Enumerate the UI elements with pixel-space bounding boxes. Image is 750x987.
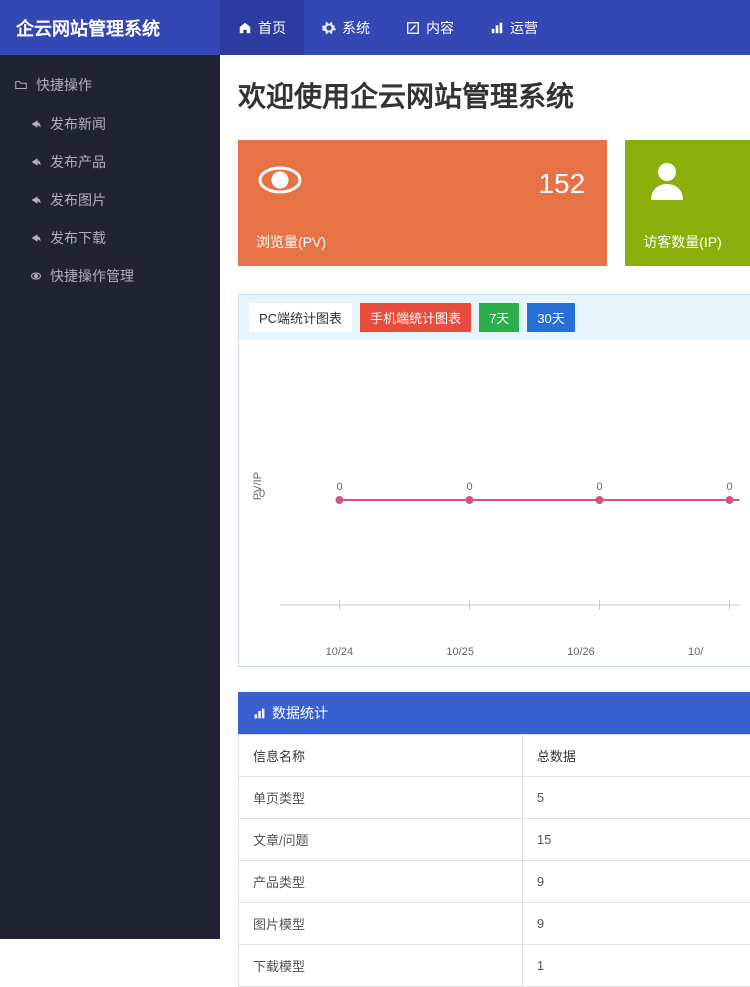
- stats-header: 数据统计: [238, 692, 750, 734]
- table-row: 产品类型9: [239, 861, 750, 903]
- svg-text:0: 0: [726, 481, 732, 493]
- sidebar-group-label: 快捷操作: [36, 75, 92, 95]
- chart-svg: 0 0 0 0: [279, 350, 740, 610]
- card-pv-value: 152: [538, 168, 585, 200]
- stats-panel: 数据统计 信息名称 总数据 单页类型5 文章/问题15 产品类型9 图片模型9 …: [238, 692, 750, 987]
- table-row: 下载模型1: [239, 945, 750, 987]
- table-row: 单页类型5: [239, 777, 750, 819]
- svg-text:0: 0: [336, 481, 342, 493]
- sidebar-item-news[interactable]: 发布新闻: [0, 105, 220, 143]
- chart-area: PV/IP 0 0 0 0 0: [239, 340, 750, 640]
- chart-tabs: PC端统计图表 手机端统计图表 7天 30天: [239, 295, 750, 340]
- tab-7d[interactable]: 7天: [479, 303, 519, 332]
- nav-content[interactable]: 内容: [388, 0, 472, 55]
- nav-system[interactable]: 系统: [304, 0, 388, 55]
- nav-operation-label: 运营: [510, 18, 538, 38]
- nav-operation[interactable]: 运营: [472, 0, 556, 55]
- cell-name: 下载模型: [239, 945, 523, 987]
- sidebar-item-label: 快捷操作管理: [50, 266, 134, 286]
- table-row: 图片模型9: [239, 903, 750, 945]
- card-ip[interactable]: 访客数量(IP): [625, 140, 750, 266]
- share-icon: [30, 118, 42, 130]
- user-icon: [643, 156, 691, 204]
- cell-name: 单页类型: [239, 777, 523, 819]
- cell-name: 产品类型: [239, 861, 523, 903]
- col-name: 信息名称: [239, 735, 523, 777]
- nav-home[interactable]: 首页: [220, 0, 304, 55]
- eye-icon: [30, 270, 42, 282]
- cell-value: 9: [522, 903, 750, 945]
- table-row: 文章/问题15: [239, 819, 750, 861]
- sidebar-group-quick[interactable]: 快捷操作: [0, 65, 220, 105]
- tab-30d[interactable]: 30天: [527, 303, 574, 332]
- sidebar-item-product[interactable]: 发布产品: [0, 143, 220, 181]
- page-title: 欢迎使用企云网站管理系统: [238, 75, 750, 115]
- tab-mobile[interactable]: 手机端统计图表: [360, 303, 471, 332]
- share-icon: [30, 232, 42, 244]
- sidebar-item-image[interactable]: 发布图片: [0, 181, 220, 219]
- sidebar-item-label: 发布新闻: [50, 114, 106, 134]
- main-content: 欢迎使用企云网站管理系统 152 浏览量(PV) 访客数量(IP) PC端统计图…: [220, 55, 750, 987]
- card-ip-label: 访客数量(IP): [643, 232, 732, 252]
- tab-pc[interactable]: PC端统计图表: [249, 303, 352, 332]
- nav-home-label: 首页: [258, 18, 286, 38]
- cell-name: 图片模型: [239, 903, 523, 945]
- share-icon: [30, 156, 42, 168]
- cell-value: 15: [522, 819, 750, 861]
- xlabel: 10/25: [446, 646, 474, 658]
- cell-name: 文章/问题: [239, 819, 523, 861]
- sidebar-item-label: 发布图片: [50, 190, 106, 210]
- xlabel: 10/: [688, 646, 703, 658]
- topbar: 企云网站管理系统 首页 系统 内容 运营: [0, 0, 750, 55]
- col-total: 总数据: [522, 735, 750, 777]
- stats-title: 数据统计: [272, 703, 328, 723]
- sidebar-item-label: 发布下载: [50, 228, 106, 248]
- xlabel: 10/26: [567, 646, 595, 658]
- folder-icon: [14, 78, 28, 92]
- sidebar: 快捷操作 发布新闻 发布产品 发布图片 发布下载 快捷操作管理: [0, 55, 220, 939]
- chart-ytick: 0: [259, 488, 265, 500]
- sidebar-item-download[interactable]: 发布下载: [0, 219, 220, 257]
- table-header-row: 信息名称 总数据: [239, 735, 750, 777]
- card-pv-label: 浏览量(PV): [256, 232, 589, 252]
- nav-content-label: 内容: [426, 18, 454, 38]
- chart-xlabels: 10/24 10/25 10/26 10/: [239, 640, 750, 666]
- cog-icon: [322, 21, 336, 35]
- topnav: 首页 系统 内容 运营: [220, 0, 556, 55]
- cell-value: 5: [522, 777, 750, 819]
- stat-cards: 152 浏览量(PV) 访客数量(IP): [238, 140, 750, 266]
- share-icon: [30, 194, 42, 206]
- xlabel: 10/24: [326, 646, 354, 658]
- nav-system-label: 系统: [342, 18, 370, 38]
- cell-value: 1: [522, 945, 750, 987]
- chart-panel: PC端统计图表 手机端统计图表 7天 30天 PV/IP 0 0 0 0 0: [238, 294, 750, 667]
- card-pv[interactable]: 152 浏览量(PV): [238, 140, 607, 266]
- stats-table: 信息名称 总数据 单页类型5 文章/问题15 产品类型9 图片模型9 下载模型1: [238, 734, 750, 987]
- brand-title: 企云网站管理系统: [0, 0, 220, 55]
- edit-icon: [406, 21, 420, 35]
- chart-icon: [490, 21, 504, 35]
- sidebar-item-manage[interactable]: 快捷操作管理: [0, 257, 220, 295]
- cell-value: 9: [522, 861, 750, 903]
- svg-text:0: 0: [596, 481, 602, 493]
- sidebar-item-label: 发布产品: [50, 152, 106, 172]
- chart-icon: [253, 707, 266, 720]
- home-icon: [238, 21, 252, 35]
- svg-text:0: 0: [466, 481, 472, 493]
- eye-icon: [256, 156, 304, 204]
